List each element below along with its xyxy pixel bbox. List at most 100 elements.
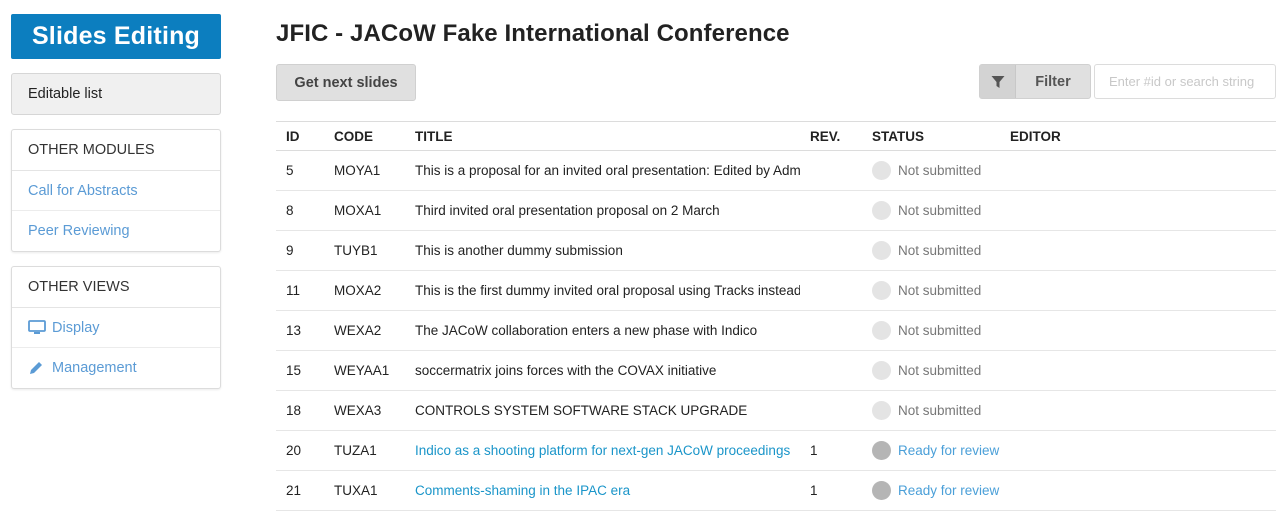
row-status-cell: Not submitted bbox=[862, 391, 1000, 431]
row-code: WEYAA1 bbox=[334, 363, 390, 378]
row-revision bbox=[800, 351, 862, 391]
status-badge: Not submitted bbox=[872, 361, 1000, 380]
row-status-cell: Not submitted bbox=[862, 311, 1000, 351]
row-id: 9 bbox=[286, 243, 294, 258]
row-editor bbox=[1000, 231, 1276, 271]
status-text: Not submitted bbox=[898, 403, 982, 418]
status-badge: Not submitted bbox=[872, 201, 1000, 220]
row-code: TUYB1 bbox=[334, 243, 378, 258]
row-status-cell: Not submitted bbox=[862, 231, 1000, 271]
status-dot-icon bbox=[872, 281, 891, 300]
management-link[interactable]: Management bbox=[12, 348, 220, 388]
status-text: Not submitted bbox=[898, 363, 982, 378]
status-badge: Not submitted bbox=[872, 241, 1000, 260]
row-id: 11 bbox=[286, 283, 301, 298]
table-row[interactable]: 11 MOXA2 This is the first dummy invited o… bbox=[276, 271, 1276, 311]
row-editor bbox=[1000, 151, 1276, 191]
table-row[interactable]: 21 TUXA1 Comments-shaming in the IPAC era 1… bbox=[276, 471, 1276, 511]
status-badge[interactable]: Ready for review bbox=[872, 481, 1000, 500]
main-content: JFIC - JACoW Fake International Conferen… bbox=[276, 20, 1276, 511]
display-link[interactable]: Display bbox=[12, 308, 220, 348]
row-revision bbox=[800, 231, 862, 271]
status-dot-icon bbox=[872, 401, 891, 420]
row-editor bbox=[1000, 271, 1276, 311]
table-row[interactable]: 15 WEYAA1 soccermatrix joins forces with t… bbox=[276, 351, 1276, 391]
table-row[interactable]: 18 WEXA3 CONTROLS SYSTEM SOFTWARE STACK UP… bbox=[276, 391, 1276, 431]
status-text: Not submitted bbox=[898, 323, 982, 338]
row-id: 20 bbox=[286, 443, 302, 458]
status-badge: Not submitted bbox=[872, 321, 1000, 340]
row-revision bbox=[800, 391, 862, 431]
row-title: This is a proposal for an invited oral p… bbox=[415, 163, 800, 178]
row-status-cell: Ready for review bbox=[862, 431, 1000, 471]
row-title-link[interactable]: Comments-shaming in the IPAC era bbox=[405, 471, 800, 511]
row-title: soccermatrix joins forces with the COVAX… bbox=[415, 363, 717, 378]
status-badge: Not submitted bbox=[872, 401, 1000, 420]
table-row[interactable]: 5 MOYA1 This is a proposal for an invited … bbox=[276, 151, 1276, 191]
status-dot-icon bbox=[872, 161, 891, 180]
status-badge[interactable]: Ready for review bbox=[872, 441, 1000, 460]
status-badge: Not submitted bbox=[872, 161, 1000, 180]
module-title[interactable]: Slides Editing bbox=[11, 14, 221, 59]
table-row[interactable]: 13 WEXA2 The JACoW collaboration enters a … bbox=[276, 311, 1276, 351]
row-title: The JACoW collaboration enters a new pha… bbox=[415, 323, 758, 338]
column-header-editor[interactable]: EDITOR bbox=[1000, 122, 1276, 151]
status-text: Not submitted bbox=[898, 283, 982, 298]
status-text: Not submitted bbox=[898, 203, 982, 218]
status-dot-icon bbox=[872, 241, 891, 260]
column-header-status[interactable]: STATUS bbox=[862, 122, 1000, 151]
editable-list-link[interactable]: Editable list bbox=[11, 73, 221, 115]
management-label: Management bbox=[52, 360, 137, 376]
row-editor bbox=[1000, 191, 1276, 231]
row-status-cell: Not submitted bbox=[862, 151, 1000, 191]
row-id: 18 bbox=[286, 403, 302, 418]
other-views-header: OTHER VIEWS bbox=[12, 267, 220, 308]
filter-icon bbox=[980, 65, 1016, 98]
pencil-icon bbox=[28, 360, 46, 376]
peer-reviewing-link[interactable]: Peer Reviewing bbox=[12, 211, 220, 251]
filter-button[interactable]: Filter bbox=[979, 64, 1091, 99]
status-dot-icon bbox=[872, 481, 891, 500]
row-editor bbox=[1000, 311, 1276, 351]
row-title: This is the first dummy invited oral pro… bbox=[415, 283, 800, 298]
other-views-panel: OTHER VIEWS Display Management bbox=[11, 266, 221, 389]
row-code: TUZA1 bbox=[334, 443, 377, 458]
row-status-cell: Not submitted bbox=[862, 271, 1000, 311]
search-input[interactable] bbox=[1094, 64, 1276, 99]
row-id: 8 bbox=[286, 203, 294, 218]
column-header-rev[interactable]: REV. bbox=[800, 122, 862, 151]
status-badge: Not submitted bbox=[872, 281, 1000, 300]
get-next-slides-button[interactable]: Get next slides bbox=[276, 64, 416, 101]
row-revision bbox=[800, 151, 862, 191]
column-header-code[interactable]: CODE bbox=[324, 122, 405, 151]
filter-label: Filter bbox=[1035, 73, 1071, 90]
row-status-cell: Not submitted bbox=[862, 191, 1000, 231]
row-status-cell: Ready for review bbox=[862, 471, 1000, 511]
table-row[interactable]: 20 TUZA1 Indico as a shooting platform for… bbox=[276, 431, 1276, 471]
row-title: Third invited oral presentation proposal… bbox=[415, 203, 720, 218]
row-revision bbox=[800, 271, 862, 311]
status-dot-icon bbox=[872, 201, 891, 220]
other-modules-panel: OTHER MODULES Call for Abstracts Peer Re… bbox=[11, 129, 221, 252]
row-id: 13 bbox=[286, 323, 302, 338]
row-id: 21 bbox=[286, 483, 302, 498]
status-dot-icon bbox=[872, 321, 891, 340]
row-title-link[interactable]: Indico as a shooting platform for next-g… bbox=[405, 431, 800, 471]
row-code: MOXA1 bbox=[334, 203, 382, 218]
column-header-title[interactable]: TITLE bbox=[405, 122, 800, 151]
status-dot-icon bbox=[872, 361, 891, 380]
peer-reviewing-label: Peer Reviewing bbox=[28, 223, 130, 239]
table-row[interactable]: 8 MOXA1 Third invited oral presentation pr… bbox=[276, 191, 1276, 231]
page-title: JFIC - JACoW Fake International Conferen… bbox=[276, 20, 790, 47]
row-id: 5 bbox=[286, 163, 294, 178]
toolbar: Get next slides Filter bbox=[276, 64, 1276, 101]
column-header-id[interactable]: ID bbox=[276, 122, 324, 151]
call-for-abstracts-link[interactable]: Call for Abstracts bbox=[12, 171, 220, 211]
row-revision: 1 bbox=[810, 443, 818, 458]
status-dot-icon bbox=[872, 441, 891, 460]
row-revision: 1 bbox=[810, 483, 818, 498]
row-editor bbox=[1000, 431, 1276, 471]
table-row[interactable]: 9 TUYB1 This is another dummy submission No… bbox=[276, 231, 1276, 271]
status-text: Ready for review bbox=[898, 483, 1000, 498]
row-id: 15 bbox=[286, 363, 302, 378]
